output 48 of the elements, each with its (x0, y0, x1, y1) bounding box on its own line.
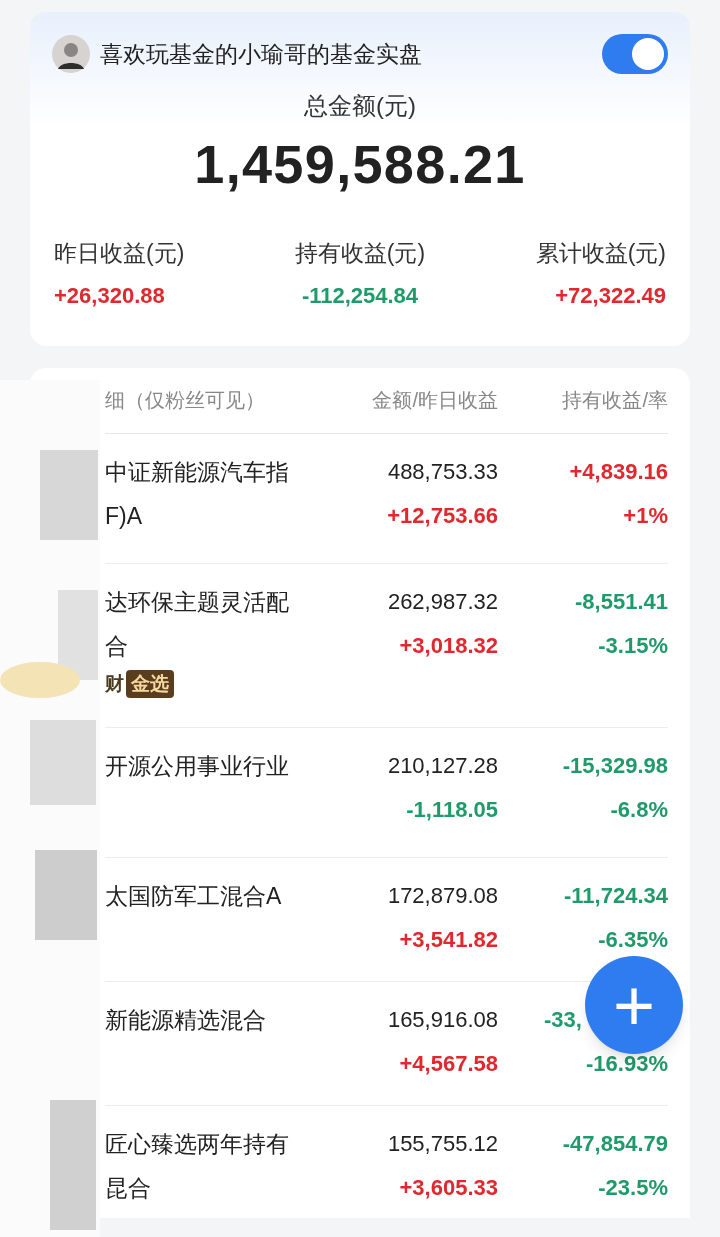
daily-return-cell-text: +3,605.33 (399, 1173, 498, 1202)
daily-return-cell-text: +12,753.66 (387, 501, 498, 530)
stat-label: 持有收益(元) (294, 239, 426, 268)
return-rate-cell-text: +1% (623, 501, 668, 530)
return-rate-cell-text: -6.8% (610, 795, 668, 824)
amount-cell-text: 165,916.08 (387, 1005, 498, 1034)
holding-return-cell-text: -47,854.79 (562, 1129, 668, 1158)
fund-name: 新能源精选混合 (105, 1005, 266, 1035)
column-header: 金额/昨日收益 (371, 388, 498, 413)
return-rate-cell-text: -6.35% (598, 925, 668, 954)
total-label: 总金额(元) (304, 91, 416, 121)
amount-cell-text: 172,879.08 (387, 881, 498, 910)
stat-label: 累计收益(元) (535, 239, 666, 268)
fund-name: 匠心臻选两年持有 (105, 1129, 289, 1159)
holding-return-cell-text: -33, (544, 1005, 582, 1034)
stat-value: +26,320.88 (54, 281, 165, 310)
daily-return-cell-text: +4,567.58 (399, 1049, 498, 1078)
return-rate-cell-text: -3.15% (598, 631, 668, 660)
daily-return-cell-text: -1,118.05 (406, 795, 498, 824)
column-header: 细（仅粉丝可见） (105, 388, 266, 413)
column-header: 持有收益/率 (561, 388, 668, 413)
toggle-switch[interactable] (602, 34, 668, 74)
stat-value: -112,254.84 (301, 281, 419, 310)
fund-name: 太国防军工混合A (105, 881, 282, 911)
fund-name: 合 (105, 631, 128, 661)
amount-cell-text: 155,755.12 (387, 1129, 498, 1158)
return-rate-cell-text: -23.5% (598, 1173, 668, 1202)
amount-cell-text: 262,987.32 (387, 587, 498, 616)
holding-return-cell-text: +4,839.16 (569, 457, 668, 486)
amount-cell-text: 488,753.33 (387, 457, 498, 486)
daily-return-cell-text: +3,018.32 (399, 631, 498, 660)
stat-value: +72,322.49 (555, 281, 666, 310)
fund-name: 开源公用事业行业 (105, 751, 289, 781)
holding-return-cell-text: -8,551.41 (575, 587, 668, 616)
fund-name: F)A (105, 501, 143, 531)
fund-name: 昆合 (105, 1173, 151, 1203)
daily-return-cell-text: +3,541.82 (399, 925, 498, 954)
fund-name: 中证新能源汽车指 (105, 457, 289, 487)
fund-name: 达环保主题灵活配 (105, 587, 289, 617)
portfolio-title: 喜欢玩基金的小瑜哥的基金实盘 (100, 39, 422, 69)
fund-tag-badge: 金选 (126, 669, 174, 698)
avatar-icon (52, 35, 90, 73)
stat-label: 昨日收益(元) (54, 239, 185, 268)
total-amount: 1,459,588.21 (194, 133, 526, 196)
badge-prefix: 财 (105, 671, 124, 696)
holding-return-cell-text: -15,329.98 (562, 751, 668, 780)
amount-cell-text: 210,127.28 (387, 751, 498, 780)
holding-return-cell-text: -11,724.34 (564, 881, 668, 910)
